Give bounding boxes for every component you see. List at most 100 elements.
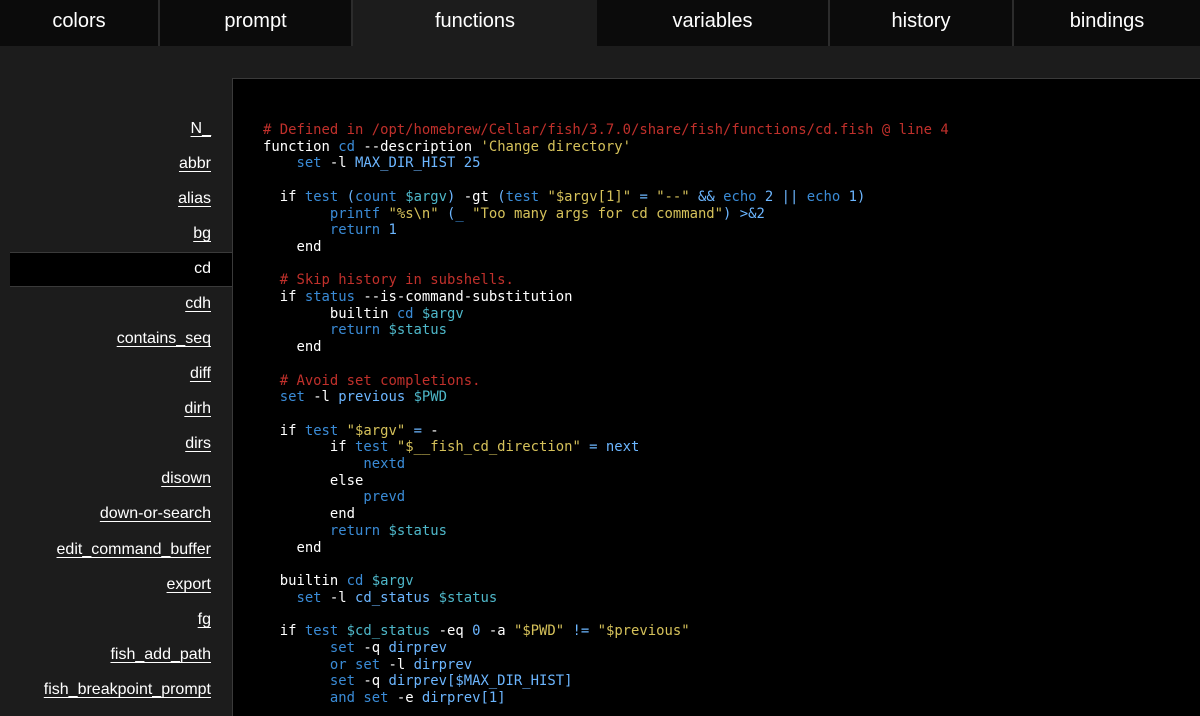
code-token: ( <box>438 205 456 222</box>
code-token: function <box>263 138 339 155</box>
tab-functions[interactable]: functions <box>353 0 597 46</box>
code-token: end <box>263 506 355 523</box>
code-token: $status <box>438 589 498 606</box>
code-line: end <box>263 506 949 523</box>
function-item-contains-seq[interactable]: contains_seq <box>117 330 211 348</box>
code-token: printf <box>329 205 381 222</box>
tab-prompt[interactable]: prompt <box>160 0 353 46</box>
function-item-cdh[interactable]: cdh <box>185 295 211 313</box>
code-token: $argv <box>371 572 414 589</box>
function-item-alias[interactable]: alias <box>178 190 211 208</box>
code-token: 1 <box>848 188 857 205</box>
code-token: test <box>304 188 339 205</box>
function-item-bg[interactable]: bg <box>193 225 211 243</box>
code-line: set -l MAX_DIR_HIST 25 <box>263 155 949 172</box>
code-line: prevd <box>263 489 949 506</box>
code-line: nextd <box>263 456 949 473</box>
code-line: end <box>263 540 949 557</box>
code-token: >&2 <box>731 205 765 222</box>
code-token: "$previous" <box>597 623 690 640</box>
code-token: = <box>631 188 657 205</box>
code-token: 'Change directory' <box>480 138 632 155</box>
function-item-fish-breakpoint-prompt[interactable]: fish_breakpoint_prompt <box>44 681 211 699</box>
code-token: test <box>505 188 540 205</box>
code-token: $cd_status <box>346 623 431 640</box>
code-token: -l <box>321 155 355 172</box>
code-token: "$PWD" <box>513 623 565 640</box>
function-item-disown[interactable]: disown <box>161 470 211 488</box>
code-token: set <box>279 389 305 406</box>
code-line: set -q dirprev <box>263 640 949 657</box>
code-token: $argv <box>405 188 448 205</box>
code-token: if <box>263 422 305 439</box>
tab-variables[interactable]: variables <box>597 0 830 46</box>
code-token: $status <box>388 522 448 539</box>
code-token: 1 <box>388 222 397 239</box>
function-source-panel: # Defined in /opt/homebrew/Cellar/fish/3… <box>232 78 1200 716</box>
tab-bindings[interactable]: bindings <box>1014 0 1200 46</box>
code-token: echo <box>723 188 757 205</box>
function-item-export[interactable]: export <box>167 576 211 594</box>
code-token: $PWD <box>413 389 448 406</box>
function-item-abbr[interactable]: abbr <box>179 155 211 173</box>
code-token: "--" <box>656 188 690 205</box>
code-token: -q <box>355 639 389 656</box>
code-token: dirprev[1] <box>421 689 506 706</box>
code-token: cd_status <box>355 589 431 606</box>
code-token: ( <box>497 188 506 205</box>
function-item-down-or-search[interactable]: down-or-search <box>100 505 211 523</box>
code-line: set -l previous $PWD <box>263 389 949 406</box>
function-item-label: cd <box>194 260 211 277</box>
code-line: set -q dirprev[$MAX_DIR_HIST] <box>263 673 949 690</box>
code-token: - <box>430 422 439 439</box>
function-item-dirh[interactable]: dirh <box>184 400 211 418</box>
code-token: set <box>329 673 355 690</box>
tab-colors[interactable]: colors <box>0 0 160 46</box>
code-token: if <box>263 439 355 456</box>
code-line: end <box>263 239 949 256</box>
code-token: && <box>689 188 724 205</box>
code-token: 25 <box>463 155 481 172</box>
code-token: "%s\n" <box>388 205 439 222</box>
code-line: function cd --description 'Change direct… <box>263 139 949 156</box>
code-token: MAX_DIR_HIST <box>355 155 456 172</box>
code-line: or set -l dirprev <box>263 657 949 674</box>
function-item-fg[interactable]: fg <box>198 611 211 629</box>
code-token: != <box>564 623 598 640</box>
code-token: builtin <box>263 305 397 322</box>
code-token: end <box>263 339 322 356</box>
code-line: and set -e dirprev[1] <box>263 690 949 707</box>
tab-history[interactable]: history <box>830 0 1014 46</box>
function-item-diff[interactable]: diff <box>190 365 211 383</box>
code-token: if <box>263 188 305 205</box>
function-item-edit-command-buffer[interactable]: edit_command_buffer <box>57 541 211 559</box>
function-item-fish-add-path[interactable]: fish_add_path <box>110 646 211 664</box>
code-line: if test $cd_status -eq 0 -a "$PWD" != "$… <box>263 623 949 640</box>
code-token: -a <box>480 623 514 640</box>
function-item-cd-selected[interactable]: cd <box>10 252 233 287</box>
code-token: cd <box>338 138 356 155</box>
code-token: --description <box>355 138 481 155</box>
code-line: return 1 <box>263 222 949 239</box>
code-token: -e <box>388 689 422 706</box>
function-item-n[interactable]: N_ <box>191 120 211 138</box>
code-token: test <box>355 439 389 456</box>
code-line: if test (count $argv) -gt (test "$argv[1… <box>263 189 949 206</box>
code-token: "$argv" <box>346 422 406 439</box>
function-item-dirs[interactable]: dirs <box>185 435 211 453</box>
